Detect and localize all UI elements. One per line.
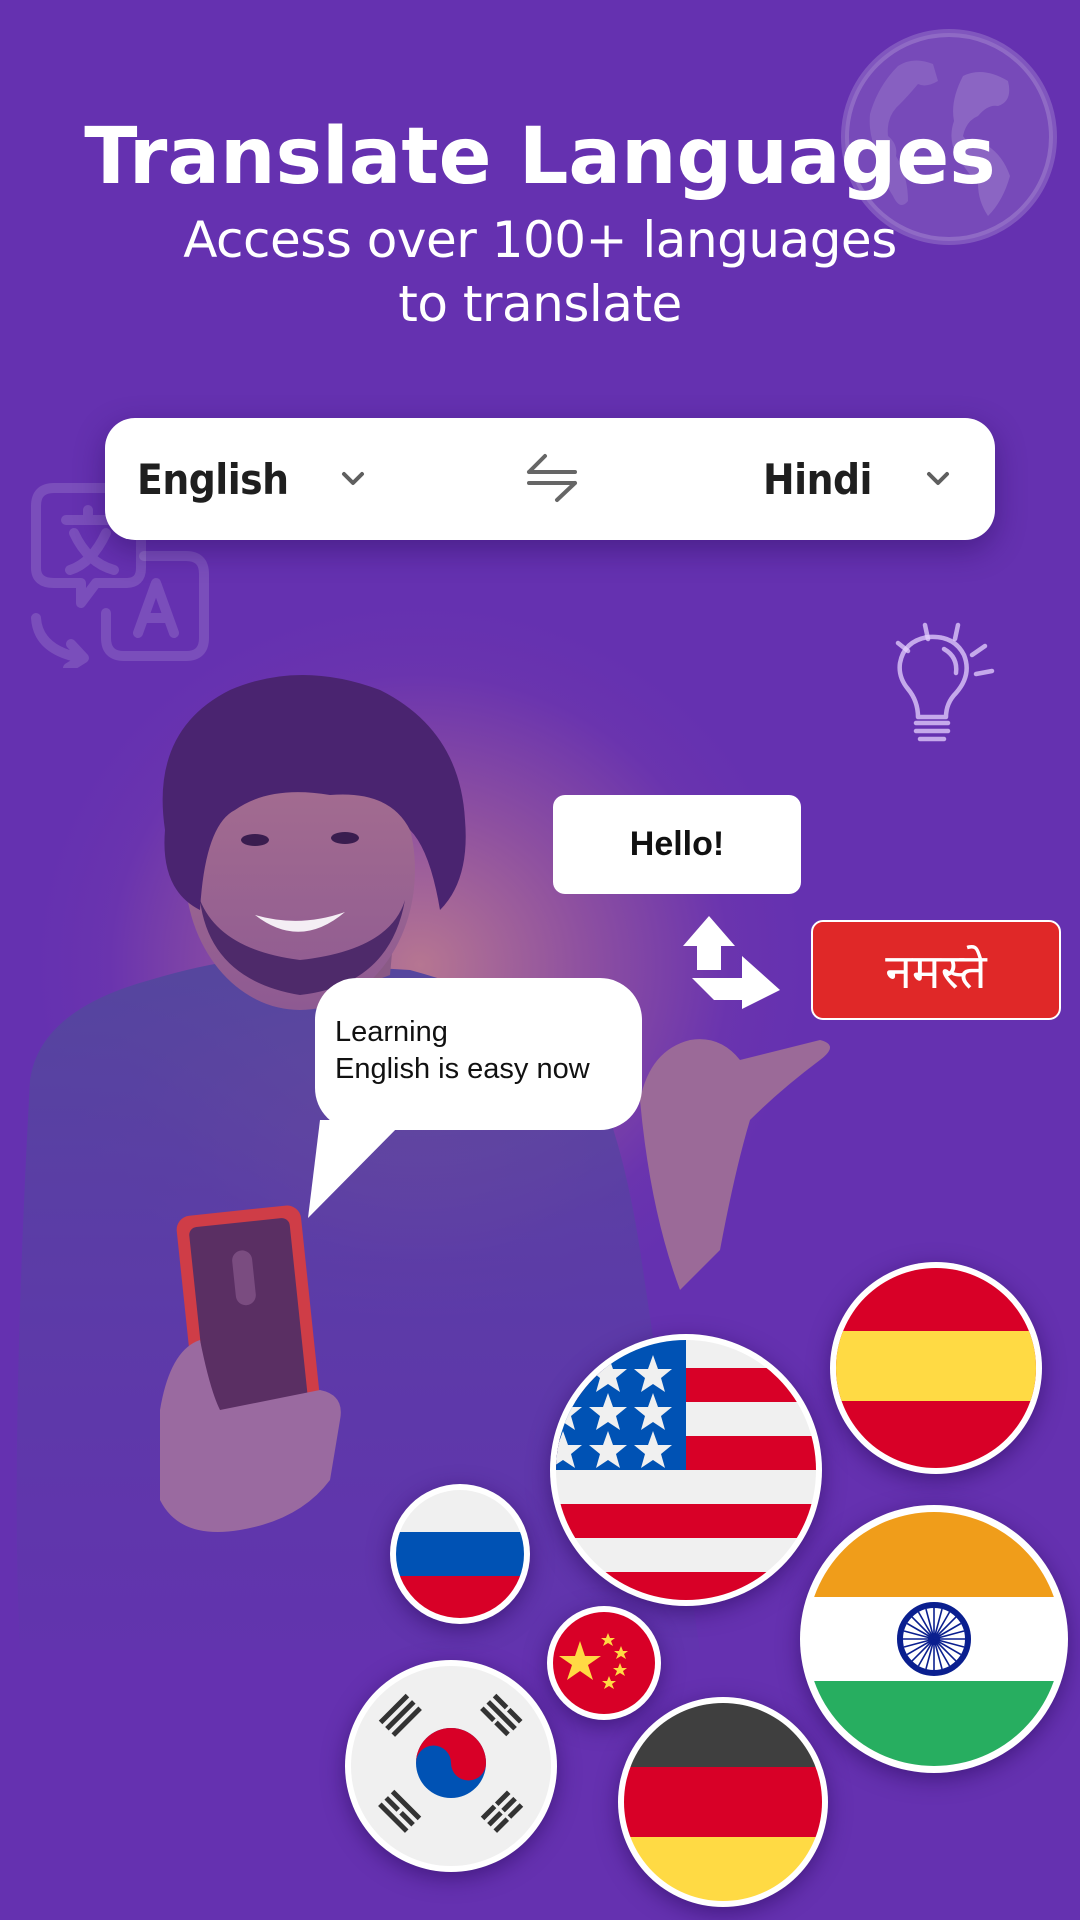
translated-phrase-card: नमस्ते <box>811 920 1061 1020</box>
subtitle-line-2: to translate <box>398 275 682 333</box>
swap-languages-button[interactable] <box>525 452 581 508</box>
target-language-label: Hindi <box>763 454 872 504</box>
flag-germany <box>618 1697 828 1907</box>
flag-spain <box>830 1262 1042 1474</box>
source-phrase-text: Hello! <box>629 825 725 863</box>
target-language-dropdown[interactable]: Hindi <box>763 418 952 540</box>
source-language-dropdown[interactable]: English <box>137 418 367 540</box>
speech-bubble: Learning English is easy now <box>315 978 642 1130</box>
source-phrase-card: Hello! <box>553 795 801 894</box>
translate-arrows-icon <box>683 916 780 1009</box>
speech-bubble-text: Learning English is easy now <box>335 1014 632 1088</box>
page-title: Translate Languages <box>84 112 996 202</box>
chevron-down-icon <box>341 472 364 485</box>
chevron-down-icon <box>926 472 949 485</box>
flag-india <box>800 1505 1068 1773</box>
flag-russia <box>390 1484 530 1624</box>
source-language-label: English <box>137 454 289 504</box>
flag-usa <box>550 1334 822 1606</box>
speech-bubble-tail <box>308 1120 405 1218</box>
language-selector-bar: English Hindi <box>105 418 995 540</box>
speech-line-1: Learning <box>335 1016 448 1048</box>
subtitle-line-1: Access over 100+ languages <box>183 211 897 269</box>
speech-line-2: English is easy now <box>335 1053 590 1085</box>
flag-south-korea <box>345 1660 557 1872</box>
translated-phrase-text: नमस्ते <box>885 943 987 1000</box>
lightbulb-icon <box>895 622 995 742</box>
page-subtitle: Access over 100+ languages to translate <box>0 208 1080 336</box>
